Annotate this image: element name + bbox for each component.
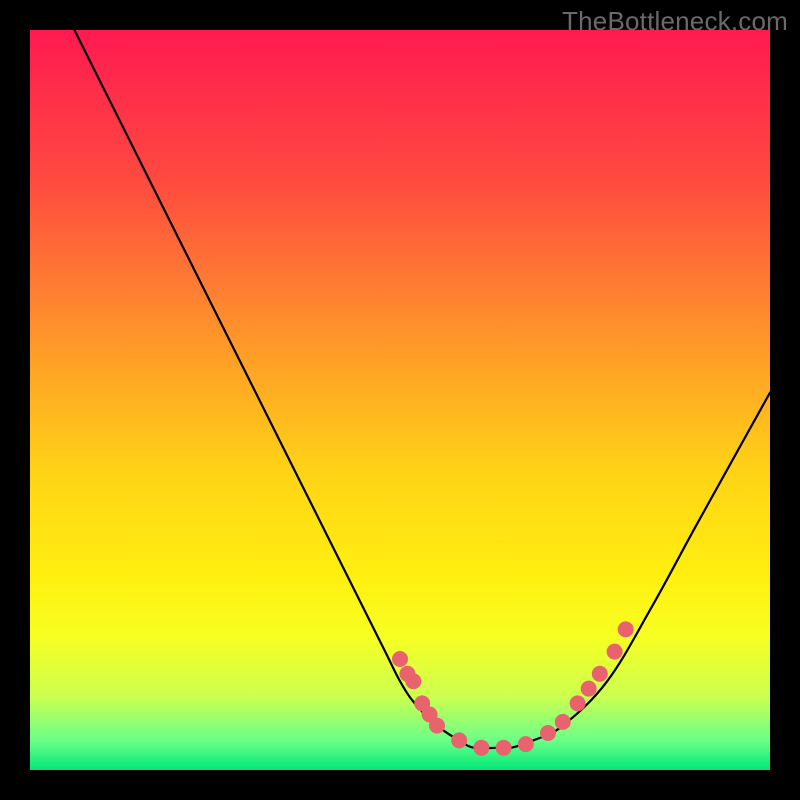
curve-layer [74, 30, 770, 748]
data-marker [592, 666, 608, 682]
data-marker [518, 736, 534, 752]
chart-svg [30, 30, 770, 770]
bottleneck-curve [74, 30, 770, 748]
plot-area [30, 30, 770, 770]
marker-layer [392, 621, 634, 755]
chart-stage: TheBottleneck.com [0, 0, 800, 800]
data-marker [392, 651, 408, 667]
data-marker [555, 714, 571, 730]
data-marker [451, 732, 467, 748]
data-marker [570, 695, 586, 711]
data-marker [607, 644, 623, 660]
data-marker [581, 681, 597, 697]
data-marker [540, 725, 556, 741]
data-marker [496, 740, 512, 756]
data-marker [618, 621, 634, 637]
data-marker [429, 718, 445, 734]
data-marker [473, 740, 489, 756]
data-marker [405, 673, 421, 689]
